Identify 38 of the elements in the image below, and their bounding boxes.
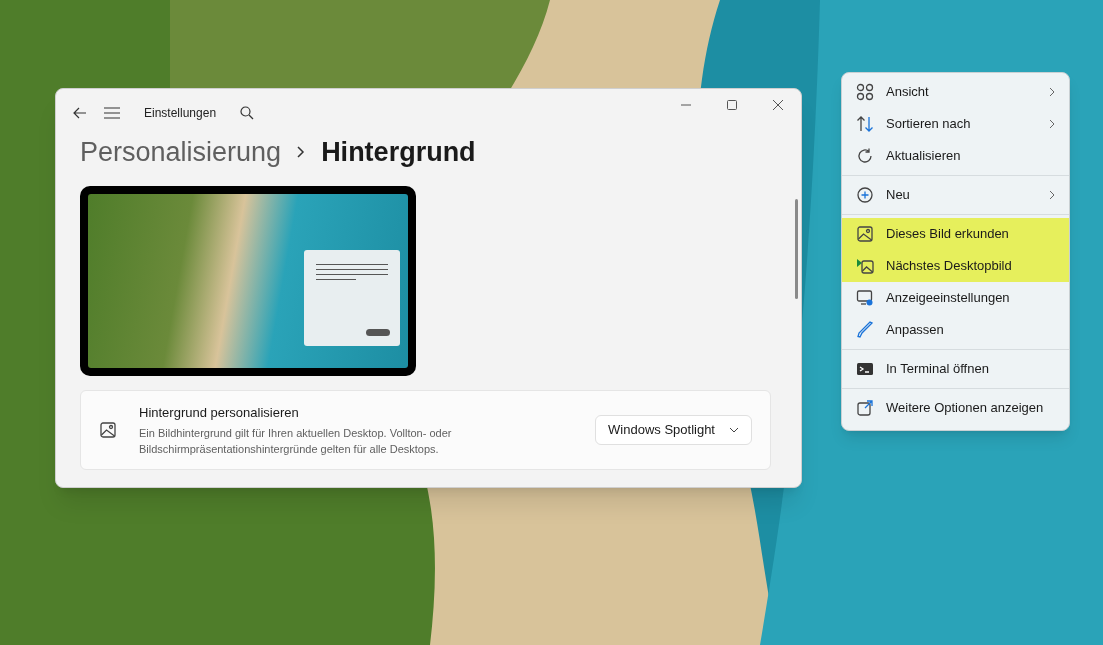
refresh-icon [856, 147, 874, 165]
menu-icon[interactable] [104, 106, 120, 120]
image-icon [856, 225, 874, 243]
setting-title: Hintergrund personalisieren [139, 404, 300, 423]
back-arrow-icon[interactable] [72, 105, 88, 121]
window-title: Einstellungen [144, 105, 217, 122]
terminal-icon [856, 360, 874, 378]
maximize-icon [727, 100, 737, 110]
menu-item[interactable]: Aktualisieren [842, 140, 1069, 172]
chevron-right-icon [1049, 190, 1055, 200]
menu-item[interactable]: In Terminal öffnen [842, 353, 1069, 385]
menu-item[interactable]: Anpassen [842, 314, 1069, 346]
breadcrumb-item: Hintergrund [321, 135, 476, 169]
menu-item[interactable]: Neu [842, 179, 1069, 211]
breadcrumb-item[interactable]: Personalisierung [80, 131, 282, 173]
menu-item[interactable]: Nächstes Desktopbild [842, 250, 1069, 282]
image-icon [99, 421, 117, 439]
chevron-right-icon [297, 146, 306, 158]
setting-description: Ein Bildhintergrund gilt für Ihren aktuellen Desktop. Vollton- oder Bildschirmpräsentationshintergründe gelten für alle Desktops. [139, 425, 453, 457]
search-icon[interactable] [240, 106, 255, 120]
scrollbar[interactable] [795, 199, 798, 299]
close-icon [773, 100, 783, 110]
brush-icon [856, 321, 874, 339]
chevron-down-icon [729, 427, 739, 433]
wallpaper-type-dropdown[interactable]: Windows Spotlight [595, 415, 752, 445]
menu-item[interactable]: Weitere Optionen anzeigen [842, 392, 1069, 424]
next-image-icon [856, 257, 874, 275]
sort-arrows-icon [856, 115, 874, 133]
display-gear-icon [856, 289, 874, 307]
menu-item[interactable]: Ansicht [842, 76, 1069, 108]
expand-icon [856, 399, 874, 417]
grid-icon [856, 83, 874, 101]
menu-item[interactable]: Dieses Bild erkunden [842, 218, 1069, 250]
chevron-right-icon [1049, 119, 1055, 129]
menu-item[interactable]: Anzeigeeinstellungen [842, 282, 1069, 314]
chevron-right-icon [1049, 87, 1055, 97]
menu-item[interactable]: Sortieren nach [842, 108, 1069, 140]
plus-circle-icon [856, 186, 874, 204]
